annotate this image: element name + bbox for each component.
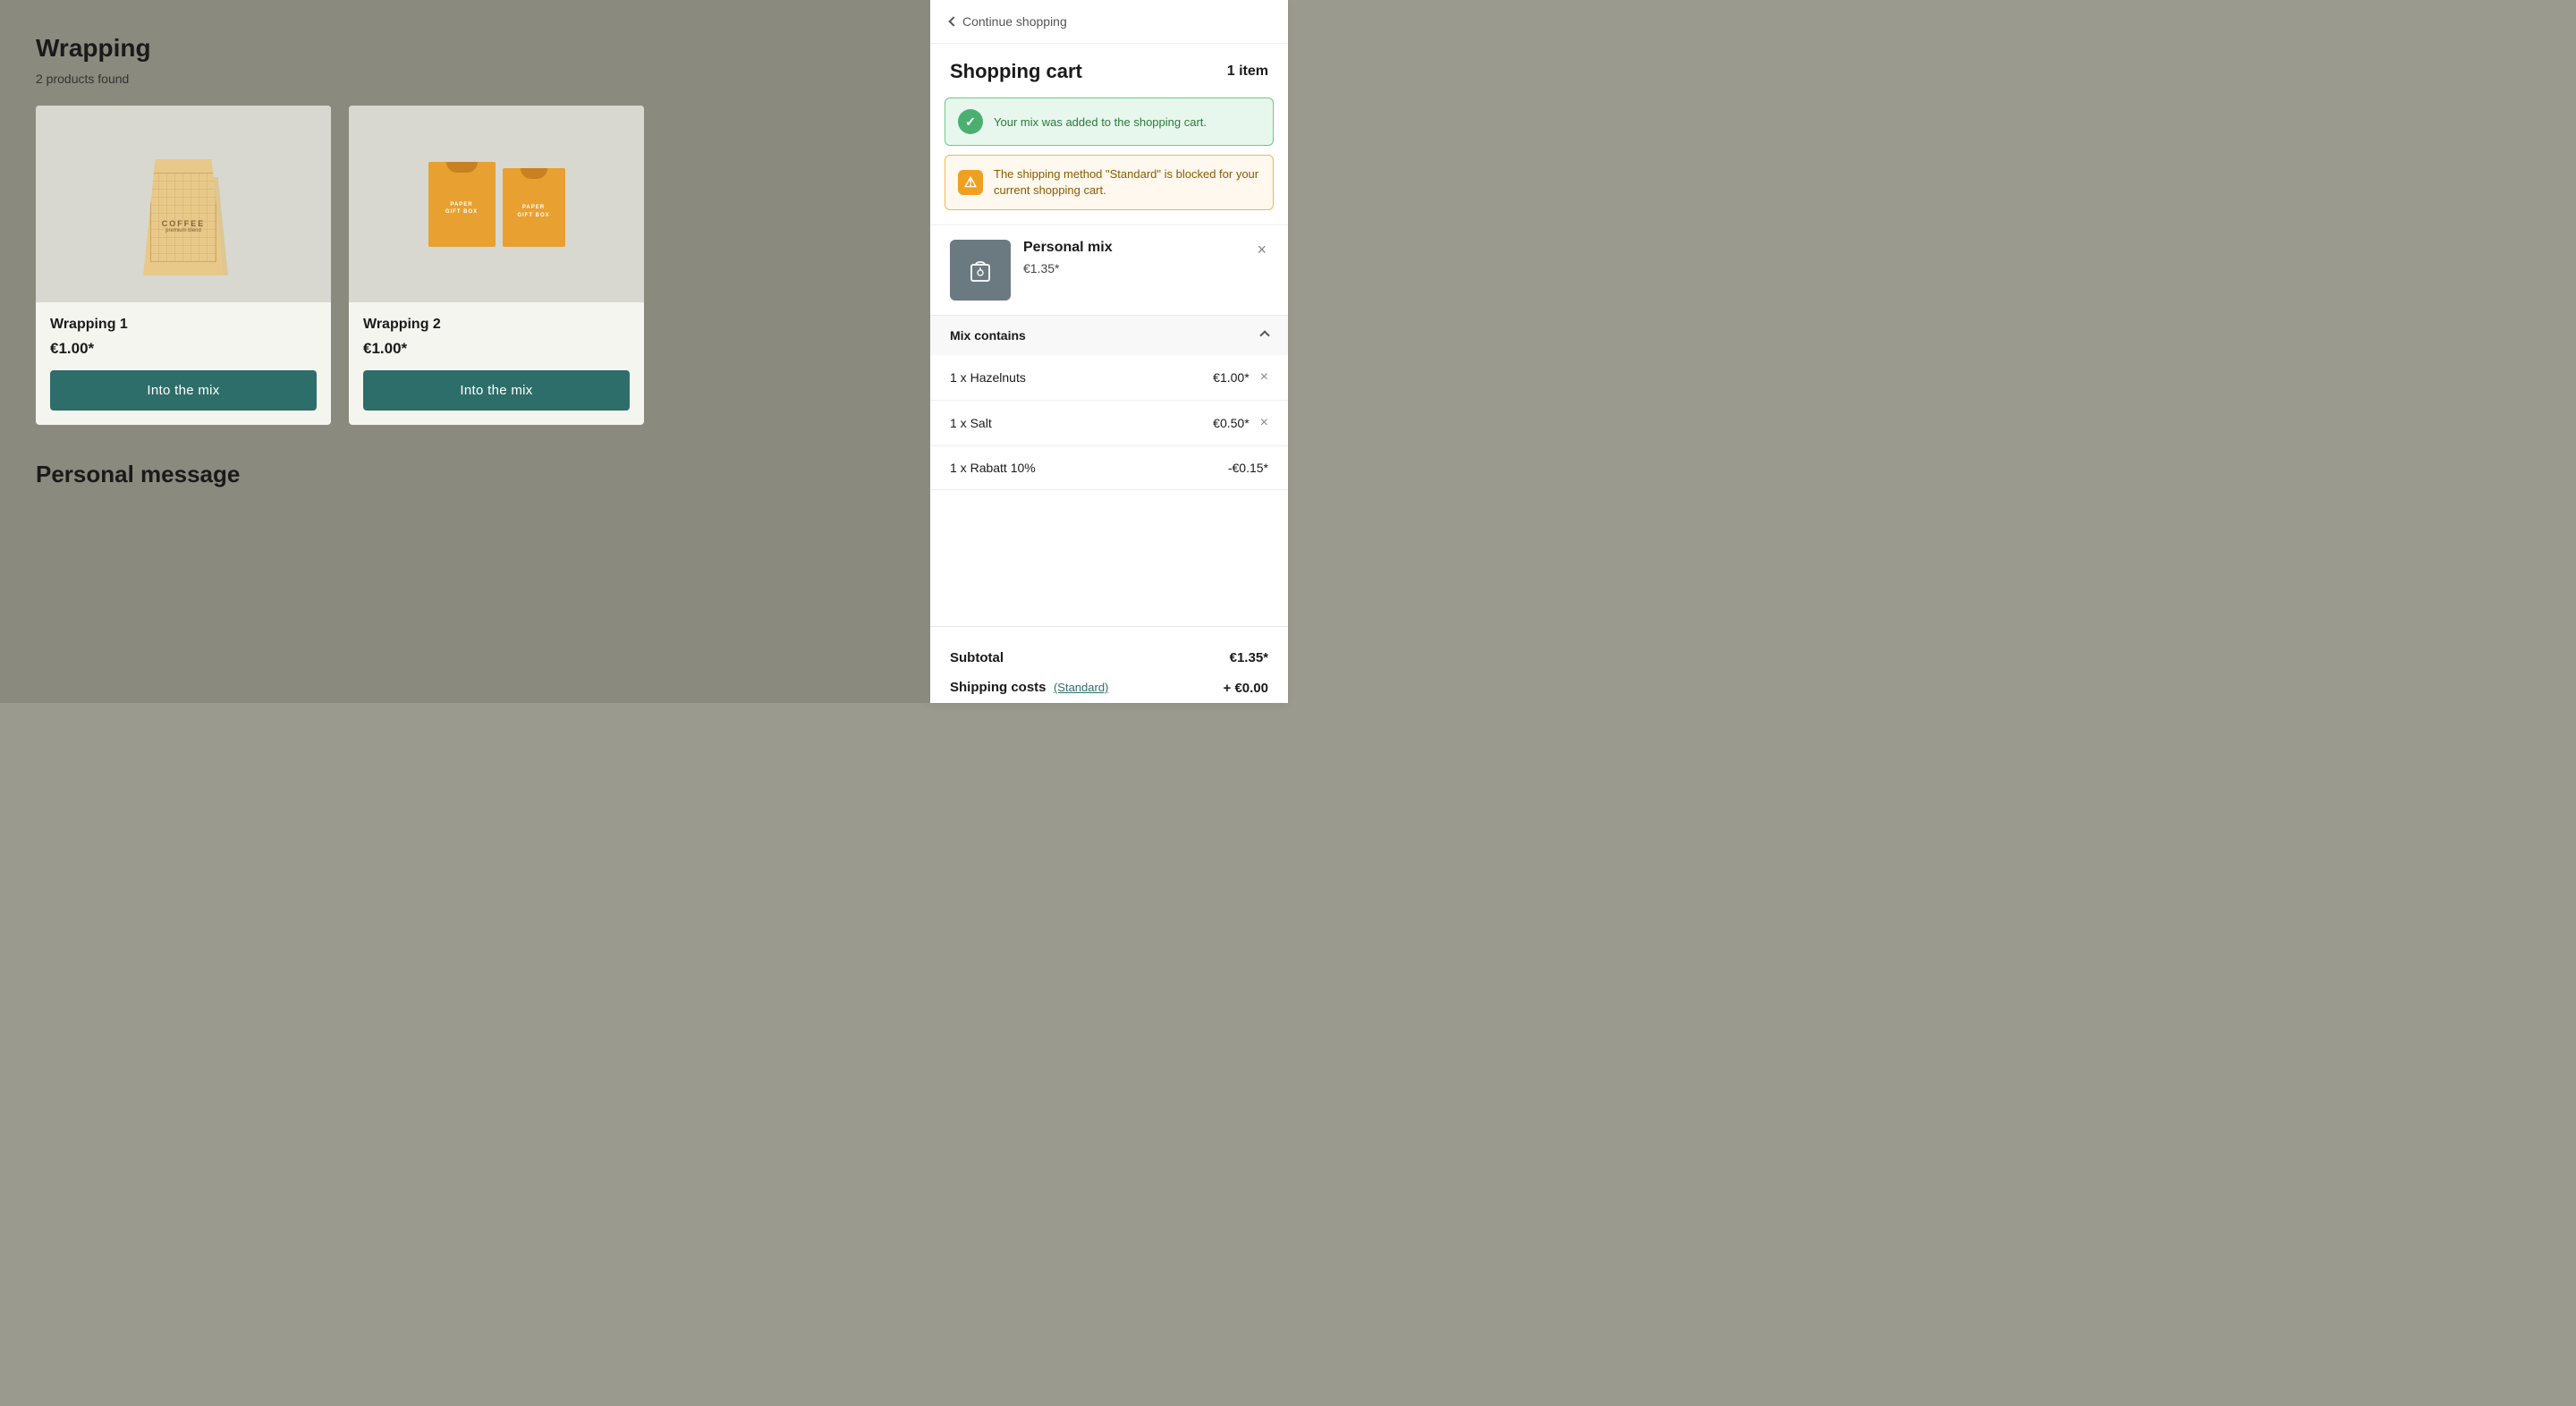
personal-message-heading: Personal message xyxy=(36,461,894,488)
mix-contains-section: Mix contains 1 x Hazelnuts €1.00* × 1 x … xyxy=(930,315,1288,490)
product-name-1: Wrapping 1 xyxy=(50,317,317,333)
continue-shopping-link[interactable]: Continue shopping xyxy=(930,0,1288,44)
remove-mix-item-1-button[interactable]: × xyxy=(1260,369,1268,385)
warning-notification-text: The shipping method "Standard" is blocke… xyxy=(994,166,1260,199)
product-info-1: Wrapping 1 €1.00* Into the mix xyxy=(36,302,331,425)
into-mix-button-2[interactable]: Into the mix xyxy=(363,370,630,411)
product-image-2: PAPERGIFT BOX PAPERGIFT BOX xyxy=(349,106,644,302)
product-name-2: Wrapping 2 xyxy=(363,317,630,333)
shipping-row: Shipping costs (Standard) + €0.00 xyxy=(950,673,1268,703)
chevron-left-icon xyxy=(948,16,958,26)
remove-mix-item-2-button[interactable]: × xyxy=(1260,415,1268,431)
shopping-cart-panel: Continue shopping Shopping cart 1 item ✓… xyxy=(930,0,1288,703)
product-price-1: €1.00* xyxy=(50,340,317,358)
product-card-1: COFFEE premium blend Wrapping 1 €1.00* I… xyxy=(36,106,331,425)
left-panel: Wrapping 2 products found COFFEE premium… xyxy=(0,0,930,703)
product-info-2: Wrapping 2 €1.00* Into the mix xyxy=(349,302,644,425)
cart-title: Shopping cart xyxy=(950,60,1082,83)
success-notification: ✓ Your mix was added to the shopping car… xyxy=(945,97,1274,146)
mix-item-3: 1 x Rabatt 10% -€0.15* xyxy=(930,446,1288,490)
item-thumbnail xyxy=(950,240,1011,301)
shipping-label: Shipping costs xyxy=(950,680,1046,695)
mix-item-3-price: -€0.15* xyxy=(1228,461,1268,475)
subtotal-value: €1.35* xyxy=(1230,650,1268,665)
coffee-wrap-illustration: COFFEE premium blend xyxy=(134,132,233,275)
success-icon: ✓ xyxy=(958,109,983,134)
subtotal-label: Subtotal xyxy=(950,650,1004,665)
paper-boxes-illustration: PAPERGIFT BOX PAPERGIFT BOX xyxy=(428,162,565,247)
cart-item-personal-mix: Personal mix €1.35* × xyxy=(930,224,1288,315)
remove-item-button[interactable]: × xyxy=(1255,240,1268,259)
item-details: Personal mix €1.35* xyxy=(1023,240,1242,275)
product-price-2: €1.00* xyxy=(363,340,630,358)
continue-shopping-label: Continue shopping xyxy=(962,14,1067,29)
mix-item-2-price: €0.50* xyxy=(1213,416,1249,430)
chevron-up-icon xyxy=(1259,331,1269,341)
mix-item-3-name: 1 x Rabatt 10% xyxy=(950,461,1036,475)
mix-contains-toggle[interactable]: Mix contains xyxy=(930,316,1288,355)
cart-footer: Subtotal €1.35* Shipping costs (Standard… xyxy=(930,626,1288,703)
subtotal-row: Subtotal €1.35* xyxy=(950,643,1268,673)
page-heading: Wrapping xyxy=(36,34,894,63)
shipping-value: + €0.00 xyxy=(1224,681,1268,696)
warning-notification: ⚠ The shipping method "Standard" is bloc… xyxy=(945,155,1274,210)
item-name: Personal mix xyxy=(1023,240,1242,256)
products-grid: COFFEE premium blend Wrapping 1 €1.00* I… xyxy=(36,106,644,425)
mix-contains-label: Mix contains xyxy=(950,328,1026,343)
shipping-method-link[interactable]: (Standard) xyxy=(1054,681,1108,694)
warning-icon: ⚠ xyxy=(958,170,983,195)
mix-item-2: 1 x Salt €0.50* × xyxy=(930,401,1288,446)
mix-bag-icon xyxy=(964,254,996,286)
mix-item-1-price: €1.00* xyxy=(1213,370,1249,385)
products-found-count: 2 products found xyxy=(36,72,894,86)
mix-item-1: 1 x Hazelnuts €1.00* × xyxy=(930,355,1288,401)
product-card-2: PAPERGIFT BOX PAPERGIFT BOX Wrapping 2 €… xyxy=(349,106,644,425)
item-price: €1.35* xyxy=(1023,261,1242,275)
into-mix-button-1[interactable]: Into the mix xyxy=(50,370,317,411)
mix-item-1-name: 1 x Hazelnuts xyxy=(950,370,1026,385)
cart-item-count: 1 item xyxy=(1227,64,1268,80)
mix-item-2-name: 1 x Salt xyxy=(950,416,992,430)
cart-header: Shopping cart 1 item xyxy=(930,44,1288,97)
success-notification-text: Your mix was added to the shopping cart. xyxy=(994,115,1207,129)
product-image-1: COFFEE premium blend xyxy=(36,106,331,302)
personal-message-section: Personal message xyxy=(36,461,894,488)
